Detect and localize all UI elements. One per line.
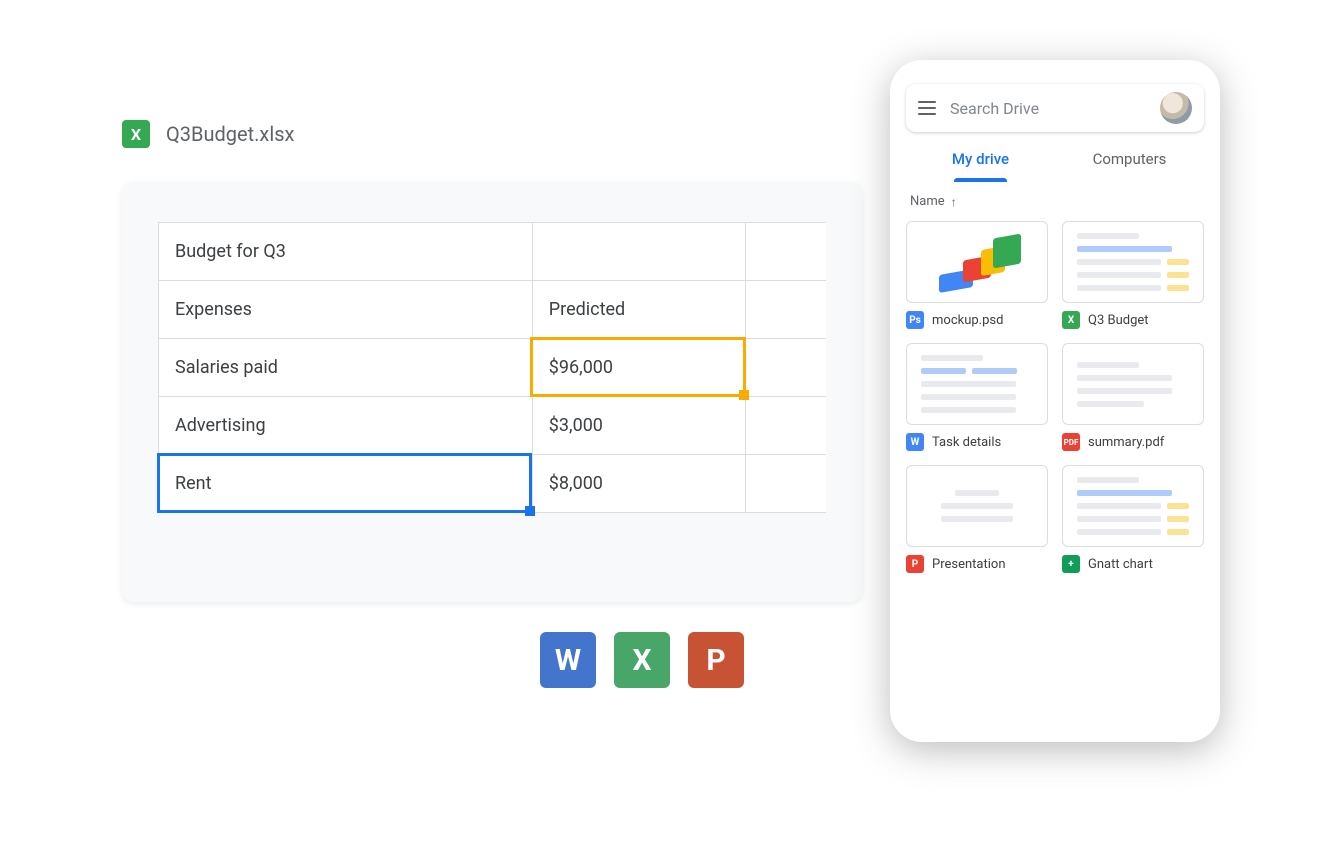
drive-tabs: My drive Computers <box>906 150 1204 180</box>
file-label: Gnatt chart <box>1088 557 1153 572</box>
file-thumb <box>1062 343 1204 425</box>
cell-0-0[interactable]: Budget for Q3 <box>159 223 533 281</box>
avatar[interactable] <box>1160 92 1192 124</box>
cell-0-2[interactable] <box>746 223 826 281</box>
excel-icon: X <box>122 120 150 148</box>
file-type-icon: + <box>1062 555 1080 573</box>
cell-1-2[interactable] <box>746 281 826 339</box>
cell-1-1[interactable]: Predicted <box>532 281 746 339</box>
file-type-icon: P <box>906 555 924 573</box>
file-grid: Ps mockup.psd X Q3 Budget W Task details PDF su… <box>906 221 1204 573</box>
file-type-icon: Ps <box>906 311 924 329</box>
file-label: summary.pdf <box>1088 435 1164 450</box>
file-label: Q3 Budget <box>1088 313 1149 328</box>
file-card-0[interactable]: Ps mockup.psd <box>906 221 1048 329</box>
file-card-2[interactable]: W Task details <box>906 343 1048 451</box>
hamburger-icon[interactable] <box>918 101 936 115</box>
file-label: mockup.psd <box>932 313 1003 328</box>
tab-computers[interactable]: Computers <box>1055 150 1204 180</box>
cell-4-2[interactable] <box>746 455 826 513</box>
sort-control[interactable]: Name ↑ <box>910 194 1204 209</box>
cell-1-0[interactable]: Expenses <box>159 281 533 339</box>
file-title-row: X Q3Budget.xlsx <box>122 120 294 148</box>
file-thumb <box>1062 465 1204 547</box>
search-bar[interactable]: Search Drive <box>906 84 1204 132</box>
file-thumb <box>906 343 1048 425</box>
cell-4-0[interactable]: Rent <box>159 455 533 513</box>
powerpoint-icon: P <box>688 632 744 688</box>
cell-0-1[interactable] <box>532 223 746 281</box>
file-name: Q3Budget.xlsx <box>166 122 294 146</box>
file-card-4[interactable]: P Presentation <box>906 465 1048 573</box>
cell-2-2[interactable] <box>746 339 826 397</box>
cell-3-2[interactable] <box>746 397 826 455</box>
cell-4-1[interactable]: $8,000 <box>532 455 746 513</box>
file-type-icon: X <box>1062 311 1080 329</box>
cell-3-1[interactable]: $3,000 <box>532 397 746 455</box>
tab-my-drive[interactable]: My drive <box>906 150 1055 180</box>
sort-label: Name <box>910 194 945 209</box>
file-thumb <box>1062 221 1204 303</box>
file-thumb <box>906 221 1048 303</box>
file-card-3[interactable]: PDF summary.pdf <box>1062 343 1204 451</box>
file-label: Task details <box>932 435 1001 450</box>
office-app-icons: W X P <box>540 632 744 688</box>
word-icon: W <box>540 632 596 688</box>
cell-2-0[interactable]: Salaries paid <box>159 339 533 397</box>
cell-2-1[interactable]: $96,000 <box>532 339 746 397</box>
cell-3-0[interactable]: Advertising <box>159 397 533 455</box>
spreadsheet-card: Budget for Q3ExpensesPredictedSalaries p… <box>122 182 862 602</box>
file-type-icon: W <box>906 433 924 451</box>
file-card-1[interactable]: X Q3 Budget <box>1062 221 1204 329</box>
spreadsheet-table[interactable]: Budget for Q3ExpensesPredictedSalaries p… <box>158 222 826 513</box>
drive-mobile-panel: Search Drive My drive Computers Name ↑ P… <box>890 60 1220 742</box>
file-thumb <box>906 465 1048 547</box>
file-label: Presentation <box>932 557 1006 572</box>
search-input[interactable]: Search Drive <box>950 99 1146 118</box>
excel-app-icon: X <box>614 632 670 688</box>
sort-arrow-icon: ↑ <box>951 195 957 209</box>
file-card-5[interactable]: + Gnatt chart <box>1062 465 1204 573</box>
file-type-icon: PDF <box>1062 433 1080 451</box>
